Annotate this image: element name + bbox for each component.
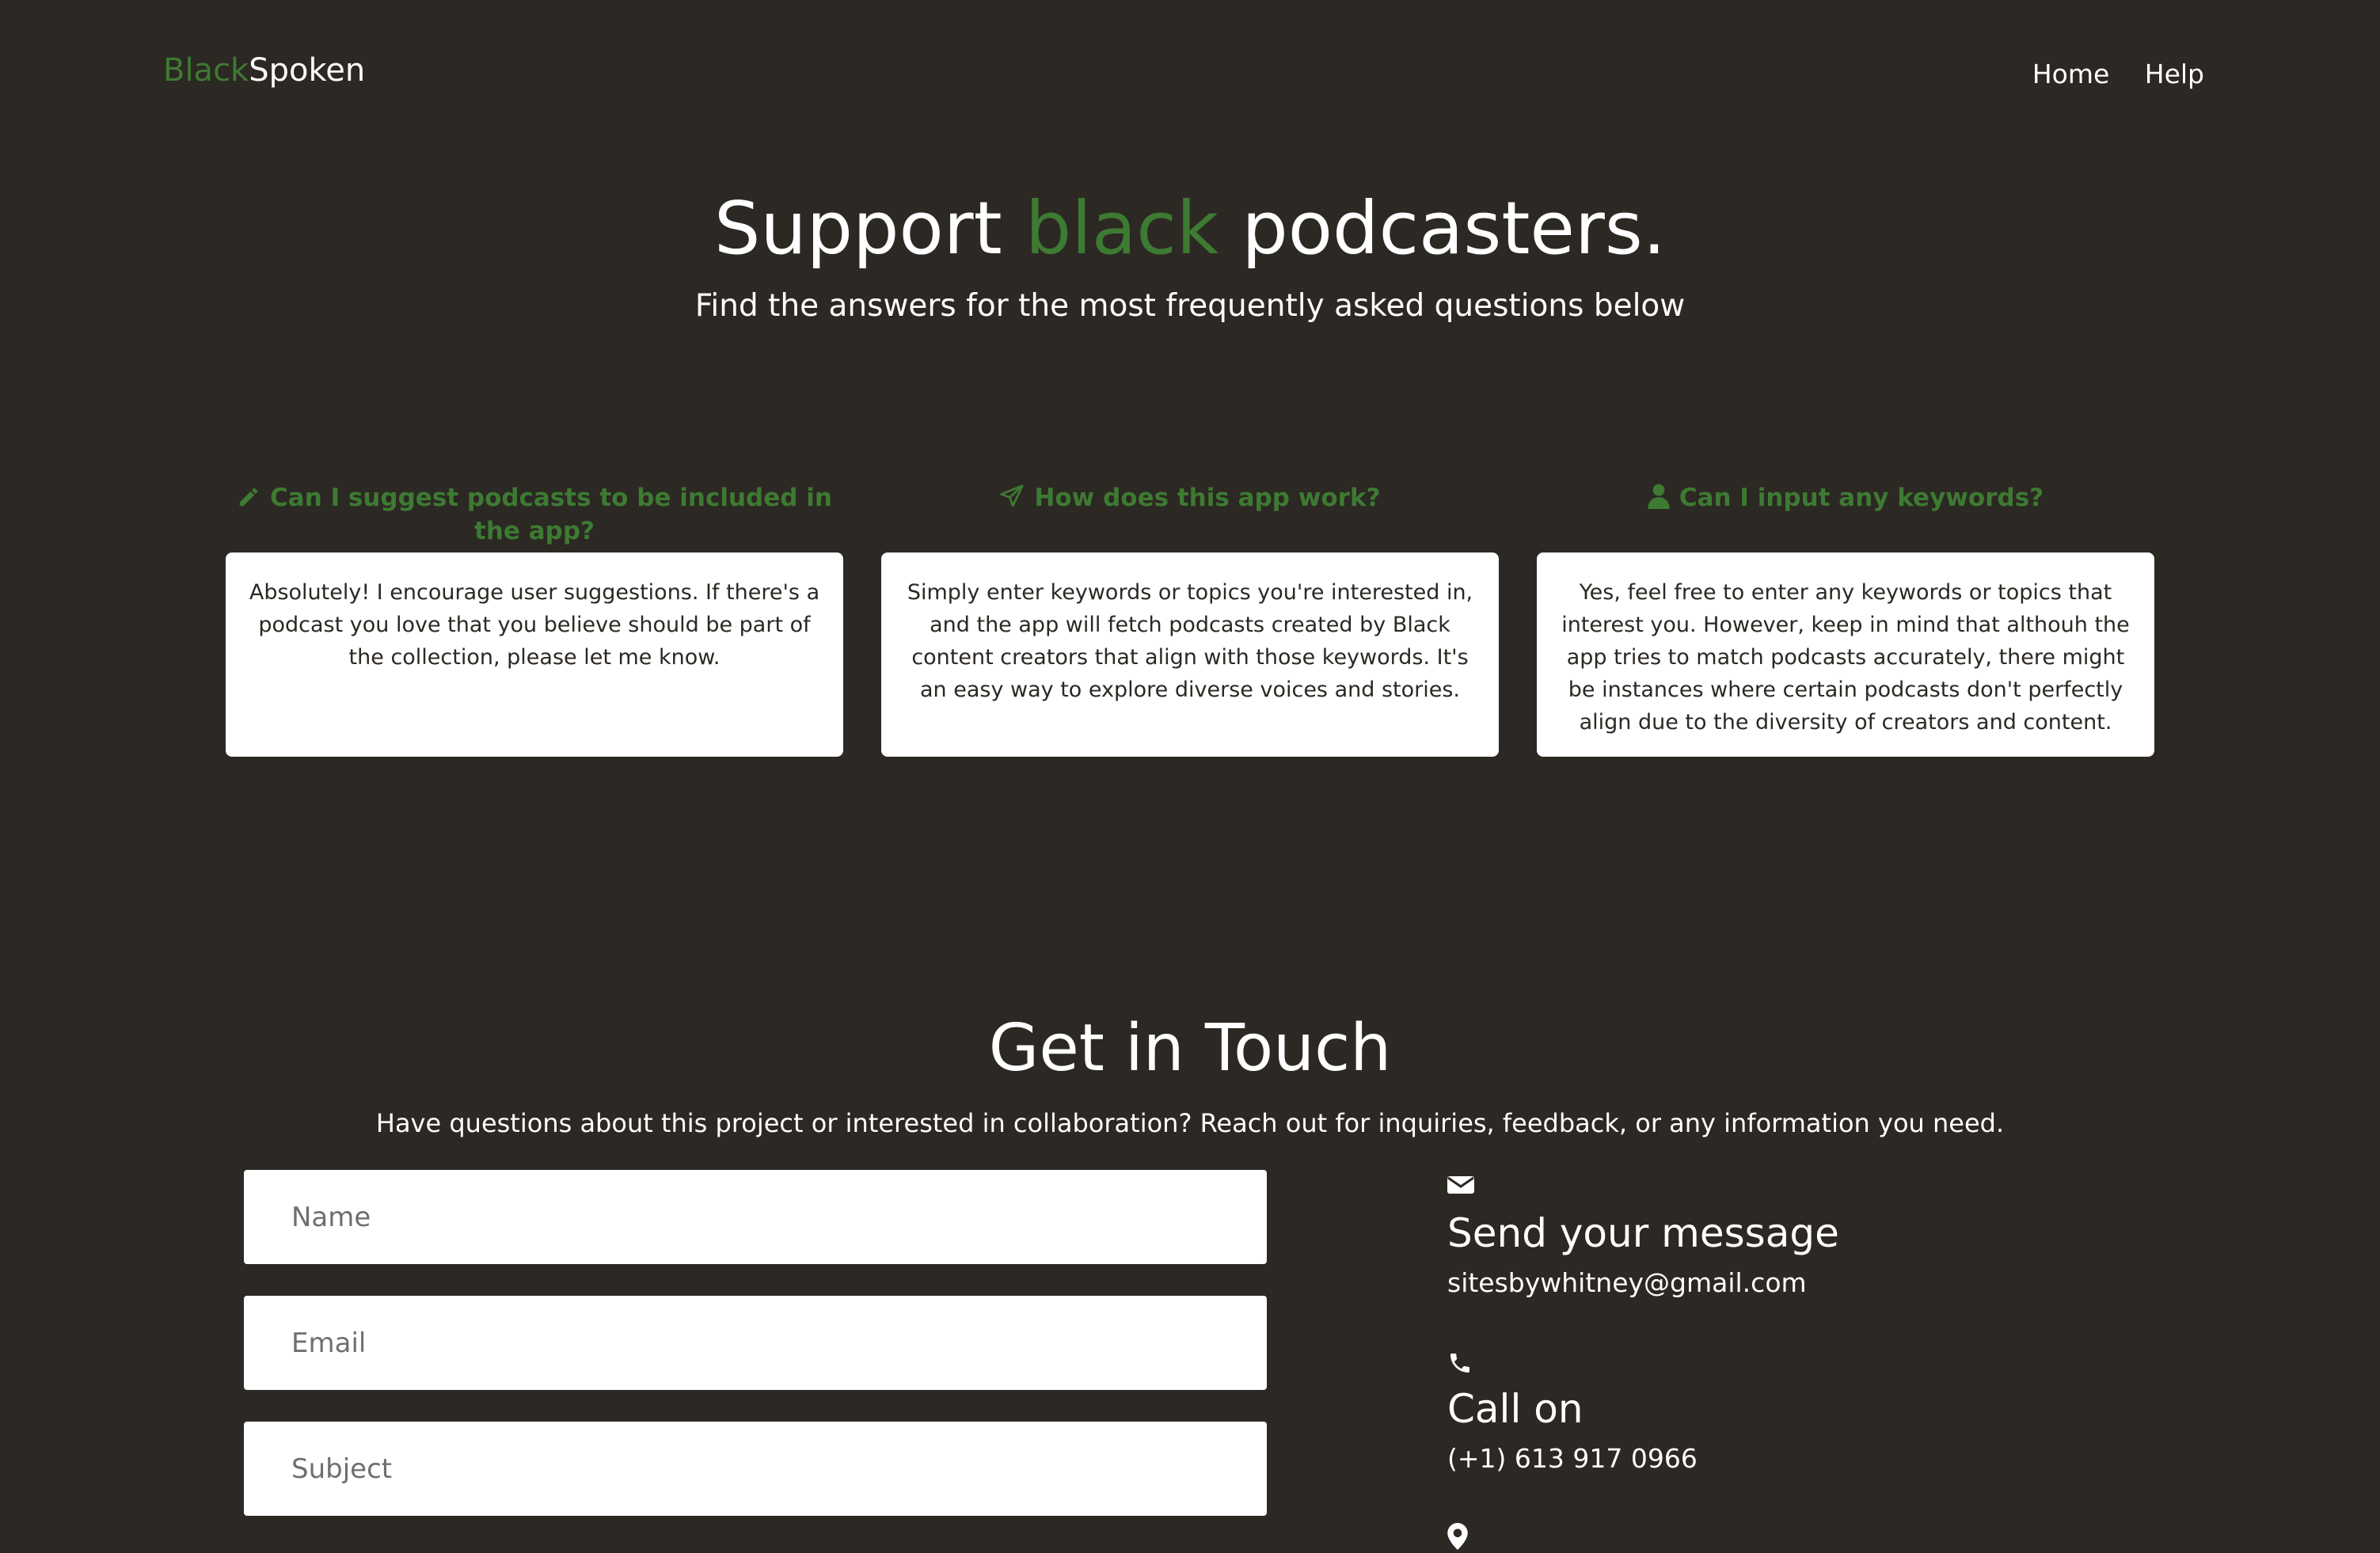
top-navbar: BlackSpoken Home Help (0, 0, 2380, 150)
faq-question-text: Can I input any keywords? (1679, 484, 2044, 512)
faq-question-text: Can I suggest podcasts to be included in… (270, 484, 832, 545)
contact-info-email-value[interactable]: sitesbywhitney@gmail.com (1447, 1265, 2160, 1301)
hero-subtitle: Find the answers for the most frequently… (694, 288, 1686, 324)
hero-title-end: podcasters. (1219, 186, 1667, 271)
faq-item: How does this app work? Simply enter key… (881, 483, 1499, 757)
brand-logo-black: Black (163, 52, 249, 89)
paper-plane-icon (999, 484, 1025, 516)
contact-info-location (1447, 1523, 2160, 1551)
faq-answer-text: Simply enter keywords or topics you're i… (907, 580, 1473, 702)
contact-info-phone-title: Call on (1447, 1386, 1583, 1432)
nav-home-link[interactable]: Home (2032, 59, 2109, 89)
name-field[interactable] (244, 1170, 1267, 1264)
faq-question: Can I suggest podcasts to be included in… (226, 483, 843, 552)
contact-subtitle: Have questions about this project or int… (375, 1108, 2005, 1138)
faq-question: Can I input any keywords? (1537, 483, 2154, 552)
contact-info-phone: Call on (+1) 613 917 0966 (1447, 1350, 2160, 1477)
faq-answer-text: Yes, feel free to enter any keywords or … (1561, 580, 2130, 735)
faq-answer-text: Absolutely! I encourage user suggestions… (249, 580, 820, 670)
brand-logo-spoken: Spoken (249, 52, 366, 89)
nav-links: Home Help (2006, 59, 2204, 89)
faq-question-text: How does this app work? (1034, 484, 1381, 512)
faq-item: Can I suggest podcasts to be included in… (226, 483, 843, 757)
pencil-icon (237, 485, 260, 516)
faq-answer-card: Yes, feel free to enter any keywords or … (1537, 552, 2154, 757)
faq-item: Can I input any keywords? Yes, feel free… (1537, 483, 2154, 757)
faq-question: How does this app work? (881, 483, 1499, 552)
faq-answer-card: Absolutely! I encourage user suggestions… (226, 552, 843, 757)
hero-title: Support black podcasters. (0, 188, 2380, 268)
email-field[interactable] (244, 1296, 1267, 1390)
faq-answer-card: Simply enter keywords or topics you're i… (881, 552, 1499, 757)
envelope-icon (1447, 1175, 2160, 1203)
phone-icon (1447, 1350, 2160, 1379)
contact-info-email-title: Send your message (1447, 1210, 1839, 1256)
hero-title-start: Support (713, 186, 1025, 271)
contact-title: Get in Touch (988, 1011, 1392, 1086)
user-icon (1648, 484, 1670, 516)
brand-logo[interactable]: BlackSpoken (163, 52, 365, 89)
nav-help-link[interactable]: Help (2145, 59, 2204, 89)
subject-field[interactable] (244, 1422, 1267, 1516)
location-pin-icon (1447, 1523, 2160, 1551)
contact-info-email: Send your message sitesbywhitney@gmail.c… (1447, 1175, 2160, 1301)
contact-info-phone-value[interactable]: (+1) 613 917 0966 (1447, 1441, 2160, 1477)
hero-title-highlight: black (1025, 186, 1219, 271)
